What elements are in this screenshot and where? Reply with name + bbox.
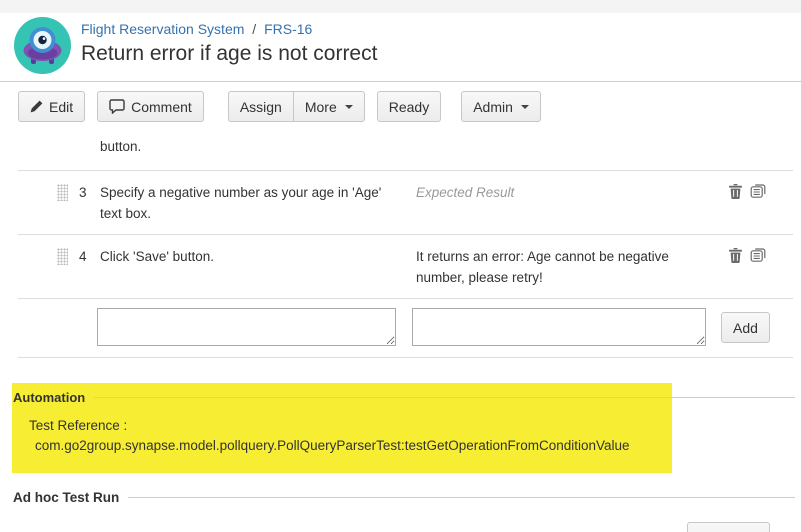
project-avatar: [14, 17, 71, 74]
adhoc-test-run-section: Ad hoc Test Run + Create: [0, 490, 801, 532]
chevron-down-icon: [345, 105, 353, 109]
copy-steps-icon: [749, 184, 766, 199]
create-button[interactable]: + Create: [687, 522, 770, 532]
chevron-down-icon: [521, 105, 529, 109]
automation-heading: Automation: [13, 390, 85, 405]
section-divider-line: [128, 497, 795, 498]
step-description[interactable]: Click 'Save' button.: [100, 246, 384, 288]
assign-more-group: Assign More: [228, 91, 365, 122]
admin-button[interactable]: Admin: [461, 91, 541, 122]
row-actions: [729, 246, 766, 288]
breadcrumb: Flight Reservation System / FRS-16: [81, 19, 377, 39]
trash-icon: [729, 248, 742, 263]
ready-button-label: Ready: [389, 99, 429, 115]
expected-result-placeholder[interactable]: Expected Result: [416, 182, 704, 224]
drag-handle-icon[interactable]: [57, 184, 68, 201]
row-actions: [729, 182, 766, 224]
automation-section: Automation Test Reference : com.go2group…: [0, 383, 801, 453]
admin-button-label: Admin: [473, 99, 513, 115]
table-row-step-3: 3 Specify a negative number as your age …: [18, 171, 793, 235]
drag-handle-icon[interactable]: [57, 248, 68, 265]
new-step-input[interactable]: [97, 308, 396, 346]
add-step-button[interactable]: Add: [721, 312, 770, 343]
edit-button-label: Edit: [49, 99, 73, 115]
clone-step-button[interactable]: [749, 184, 766, 199]
table-row-partial: button.: [18, 132, 793, 171]
step-number: 4: [79, 246, 99, 288]
breadcrumb-project-link[interactable]: Flight Reservation System: [81, 21, 244, 37]
test-reference-label: Test Reference :: [29, 418, 801, 433]
step-description[interactable]: Specify a negative number as your age in…: [100, 182, 384, 224]
adhoc-heading-row: Ad hoc Test Run: [0, 490, 801, 505]
alien-ufo-avatar-icon: [14, 17, 71, 74]
assign-button[interactable]: Assign: [228, 91, 293, 122]
issue-header: Flight Reservation System / FRS-16 Retur…: [0, 13, 801, 82]
edit-button[interactable]: Edit: [18, 91, 85, 122]
delete-step-button[interactable]: [729, 184, 742, 199]
comment-button-label: Comment: [131, 99, 192, 115]
breadcrumb-issue-link[interactable]: FRS-16: [264, 21, 312, 37]
expected-result-text[interactable]: It returns an error: Age cannot be negat…: [416, 246, 704, 288]
test-steps-table: button. 3 Specify a negative number as y…: [18, 132, 793, 358]
table-row-step-4: 4 Click 'Save' button. It returns an err…: [18, 235, 793, 299]
add-step-row: Add: [18, 299, 793, 358]
automation-heading-row: Automation: [0, 390, 801, 405]
add-button-label: Add: [733, 320, 758, 336]
delete-step-button[interactable]: [729, 248, 742, 263]
more-button-label: More: [305, 99, 337, 115]
more-button[interactable]: More: [293, 91, 365, 122]
pencil-icon: [30, 100, 43, 113]
new-result-input[interactable]: [412, 308, 706, 346]
step-text-continuation: button.: [100, 136, 141, 157]
test-reference-value: com.go2group.synapse.model.pollquery.Pol…: [35, 438, 801, 453]
create-row: + Create: [0, 522, 801, 532]
speech-bubble-icon: [109, 99, 125, 114]
clone-step-button[interactable]: [749, 248, 766, 263]
assign-button-label: Assign: [240, 99, 282, 115]
ready-button[interactable]: Ready: [377, 91, 441, 122]
issue-title: Return error if age is not correct: [81, 42, 377, 66]
trash-icon: [729, 184, 742, 199]
top-strip: [0, 0, 801, 13]
comment-button[interactable]: Comment: [97, 91, 204, 122]
copy-steps-icon: [749, 248, 766, 263]
breadcrumb-separator: /: [252, 21, 256, 37]
section-divider-line: [94, 397, 795, 398]
toolbar: Edit Comment Assign More Ready Admin: [0, 82, 801, 122]
adhoc-heading: Ad hoc Test Run: [13, 490, 119, 505]
step-number: 3: [79, 182, 99, 224]
